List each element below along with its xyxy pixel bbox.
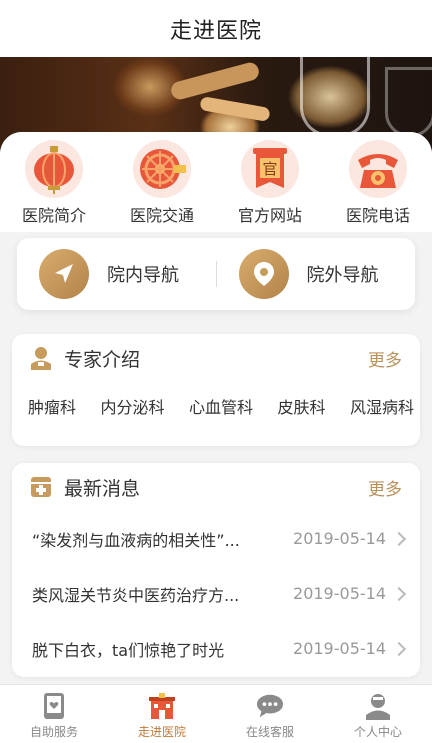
chevron-right-icon [391, 586, 407, 601]
hospital-building-icon [148, 691, 176, 721]
quick-link-label: 医院简介 [21, 206, 86, 225]
page-title: 走进医院 [169, 19, 262, 44]
official-char: 官 [262, 160, 277, 178]
experts-section: 专家介绍 更多 肿瘤科 内分泌科 心血管科 皮肤科 风湿病科 [12, 334, 420, 446]
experts-header: 专家介绍 更多 [12, 334, 420, 382]
banner-herb [169, 60, 261, 102]
department-item[interactable]: 内分泌科 [100, 394, 164, 418]
chevron-right-icon [391, 531, 407, 546]
quick-link-website[interactable]: 官 官方网站 [216, 132, 324, 232]
person-icon [364, 691, 392, 721]
experts-title: 专家介绍 [64, 348, 141, 371]
quick-link-label: 医院电话 [345, 206, 410, 225]
news-plus-icon [31, 477, 51, 497]
navigation-arrow-icon [39, 249, 89, 299]
bottom-tab-bar: 自助服务 走进医院 在线客服 个人中心 [0, 684, 432, 743]
news-more-link[interactable]: 更多 [368, 475, 402, 500]
tablet-heart-icon [40, 691, 68, 721]
lantern-icon [25, 140, 83, 198]
quick-link-phone[interactable]: 医院电话 [324, 132, 432, 232]
doctor-icon [31, 347, 51, 370]
chevron-right-icon [391, 641, 407, 656]
official-banner-icon: 官 [241, 140, 299, 198]
chat-bubble-icon [256, 691, 284, 721]
news-item-date: 2019-05-14 [293, 529, 386, 548]
quick-links: 医院简介 医院交通 官 官方网站 医院电话 [0, 132, 432, 232]
tab-label: 自助服务 [29, 725, 78, 739]
department-item[interactable]: 肿瘤科 [28, 394, 76, 418]
quick-link-intro[interactable]: 医院简介 [0, 132, 108, 232]
indoor-navigation-button[interactable]: 院内导航 [17, 238, 216, 310]
title-bar: 走进医院 [0, 0, 432, 58]
tab-label: 在线客服 [245, 725, 294, 739]
outdoor-navigation-button[interactable]: 院外导航 [217, 238, 416, 310]
news-item-date: 2019-05-14 [293, 584, 386, 603]
tab-label: 走进医院 [137, 725, 186, 739]
news-item-title: “染发剂与血液病的相关性”... [32, 530, 240, 550]
banner-glass [385, 67, 432, 137]
news-header: 最新消息 更多 [12, 463, 420, 511]
news-item-title: 脱下白衣，ta们惊艳了时光 [32, 640, 225, 660]
department-item[interactable]: 皮肤科 [277, 394, 325, 418]
outdoor-navigation-label: 院外导航 [306, 265, 379, 286]
tab-self-service[interactable]: 自助服务 [0, 685, 108, 743]
indoor-navigation-label: 院内导航 [107, 265, 179, 286]
wheel-icon [133, 140, 191, 198]
news-item-title: 类风湿关节炎中医药治疗方... [32, 585, 240, 605]
quick-link-label: 医院交通 [129, 206, 194, 225]
department-item[interactable]: 心血管科 [189, 394, 253, 418]
department-item[interactable]: 风湿病科 [350, 394, 414, 418]
tab-online-service[interactable]: 在线客服 [216, 685, 324, 743]
tab-profile[interactable]: 个人中心 [324, 685, 432, 743]
content-panel: 医院简介 医院交通 官 官方网站 医院电话 院内导航 院外导航 专家介绍 更多 … [0, 132, 432, 692]
banner-glass [300, 57, 370, 137]
quick-link-transport[interactable]: 医院交通 [108, 132, 216, 232]
navigation-card: 院内导航 院外导航 [17, 238, 415, 310]
news-section: 最新消息 更多 “染发剂与血液病的相关性”... 2019-05-14 类风湿关… [12, 463, 420, 677]
tab-about-hospital[interactable]: 走进医院 [108, 685, 216, 743]
banner-herb [199, 96, 271, 122]
telephone-icon [349, 140, 407, 198]
news-title: 最新消息 [64, 477, 141, 500]
location-pin-icon [238, 249, 289, 299]
news-item[interactable]: 类风湿关节炎中医药治疗方... 2019-05-14 [12, 566, 420, 621]
news-item-date: 2019-05-14 [293, 639, 386, 658]
experts-more-link[interactable]: 更多 [368, 346, 402, 371]
tab-label: 个人中心 [353, 725, 402, 739]
department-list: 肿瘤科 内分泌科 心血管科 皮肤科 风湿病科 [12, 382, 420, 418]
quick-link-label: 官方网站 [237, 206, 302, 225]
news-item[interactable]: “染发剂与血液病的相关性”... 2019-05-14 [12, 511, 420, 566]
news-item[interactable]: 脱下白衣，ta们惊艳了时光 2019-05-14 [12, 621, 420, 676]
